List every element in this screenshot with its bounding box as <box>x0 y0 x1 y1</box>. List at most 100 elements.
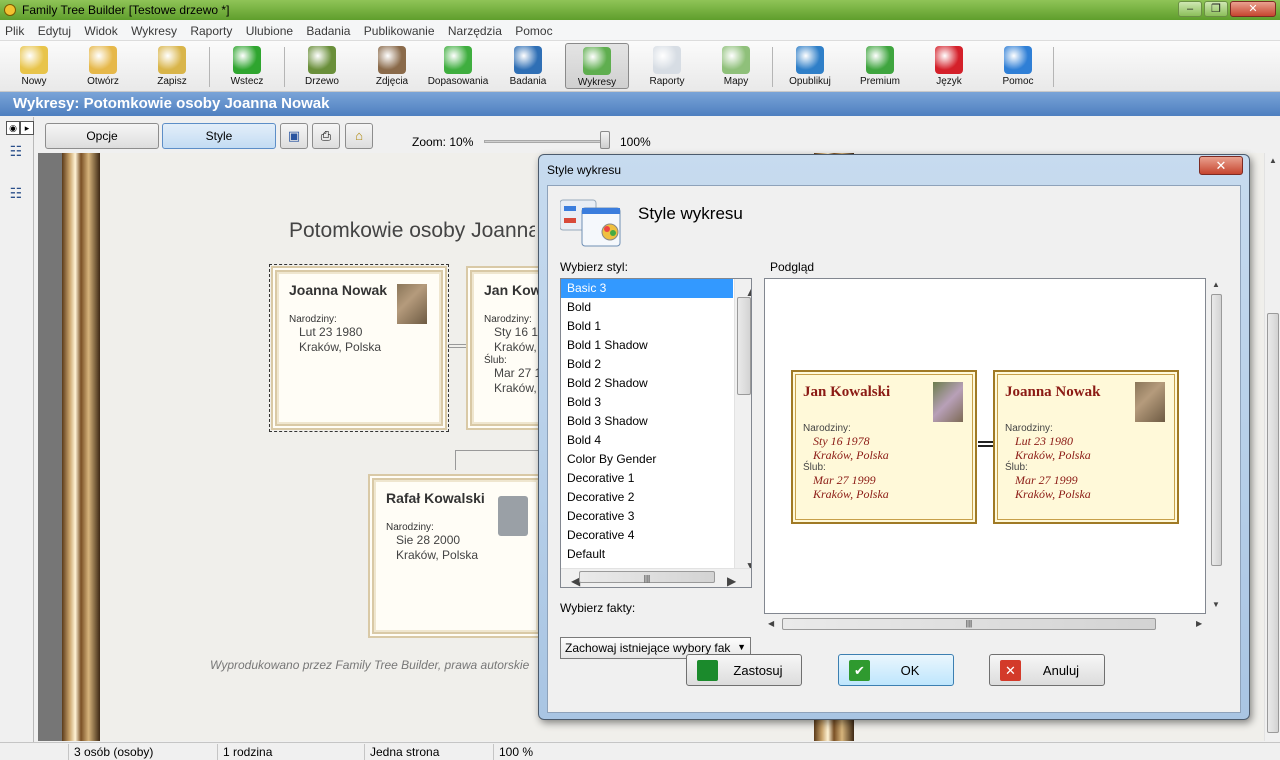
toolbar-button-j-zyk[interactable]: Język <box>917 43 981 89</box>
toolbar-button-zdj-cia[interactable]: Zdjęcia <box>360 43 424 89</box>
dialog-close-button[interactable]: ✕ <box>1199 156 1243 175</box>
menu-edytuj[interactable]: Edytuj <box>33 20 76 38</box>
style-dialog: Style wykresu ✕ Style wykresu Wybierz st… <box>538 154 1250 720</box>
panel-expand-icon[interactable]: ▸ <box>20 121 34 135</box>
birth-date: Lut 23 1980 <box>299 325 363 339</box>
preview-photo <box>933 382 963 422</box>
menu-bar: Plik Edytuj Widok Wykresy Raporty Ulubio… <box>0 20 1280 41</box>
toolbar-button-label: Wstecz <box>230 76 264 87</box>
family-list-icon[interactable]: ☷ <box>6 186 26 201</box>
toolbar-button-label: Zdjęcia <box>375 76 409 87</box>
preview-marriage-label: Ślub: <box>1005 462 1028 473</box>
back-arrow-icon <box>233 46 261 74</box>
style-list-item[interactable]: Default <box>561 545 733 564</box>
preview-marriage-place: Kraków, Polska <box>813 487 889 501</box>
cancel-button[interactable]: ✕ Anuluj <box>989 654 1105 686</box>
style-button[interactable]: Style <box>162 123 276 149</box>
preview-birth-date: Lut 23 1980 <box>1015 434 1074 448</box>
home-icon[interactable]: ⌂ <box>345 123 373 149</box>
apply-button[interactable]: Zastosuj <box>686 654 802 686</box>
panel-pin-icon[interactable]: ◉ <box>6 121 20 135</box>
toolbar-button-wykresy[interactable]: Wykresy <box>565 43 629 89</box>
view-header: Wykresy: Potomkowie osoby Joanna Nowak <box>0 92 1280 116</box>
style-list-item[interactable]: Decorative 2 <box>561 488 733 507</box>
preview-marriage-place: Kraków, Polska <box>1015 487 1091 501</box>
toolbar-button-drzewo[interactable]: Drzewo <box>290 43 354 89</box>
premium-tree-icon <box>866 46 894 74</box>
close-button[interactable]: ✕ <box>1230 1 1276 17</box>
style-list-item[interactable]: Bold <box>561 298 733 317</box>
toolbar-button-raporty[interactable]: Raporty <box>635 43 699 89</box>
toolbar-button-mapy[interactable]: Mapy <box>704 43 768 89</box>
toolbar-button-label: Zapisz <box>157 76 187 87</box>
toolbar-button-wstecz[interactable]: Wstecz <box>215 43 279 89</box>
menu-widok[interactable]: Widok <box>79 20 122 38</box>
chart-title: Potomkowie osoby Joanna Nowak <box>289 219 535 242</box>
style-list-hthumb[interactable]: ||| <box>579 571 715 583</box>
style-list-item[interactable]: Bold 1 Shadow <box>561 336 733 355</box>
style-list[interactable]: Basic 3 Bold Bold 1 Bold 1 Shadow Bold 2 Bold… <box>560 278 752 588</box>
menu-badania[interactable]: Badania <box>301 20 355 38</box>
charts-icon <box>583 47 611 75</box>
menu-wykresy[interactable]: Wykresy <box>126 20 182 38</box>
birth-place: Kraków, Polska <box>299 340 382 354</box>
menu-plik[interactable]: Plik <box>0 20 29 38</box>
style-list-item[interactable]: Bold 3 <box>561 393 733 412</box>
canvas-scroll-thumb[interactable] <box>1267 313 1279 733</box>
toolbar-button-zapisz[interactable]: Zapisz <box>140 43 204 89</box>
toolbar-button-dopasowania[interactable]: Dopasowania <box>426 43 490 89</box>
preview-vscroll[interactable]: ▲ ▼ <box>1208 278 1225 614</box>
toolbar-button-pomoc[interactable]: Pomoc <box>986 43 1050 89</box>
style-list-item[interactable]: Decorative 3 <box>561 507 733 526</box>
person-card-joanna[interactable]: Joanna Nowak Narodziny: Lut 23 1980 Krak… <box>269 264 449 432</box>
person-silhouette-icon <box>498 496 528 536</box>
toolbar-button-premium[interactable]: Premium <box>848 43 912 89</box>
minimize-button[interactable]: – <box>1178 1 1202 17</box>
menu-narzedzia[interactable]: Narzędzia <box>443 20 507 38</box>
toolbar-button-opublikuj[interactable]: Opublikuj <box>778 43 842 89</box>
save-chart-icon[interactable]: ▣ <box>280 123 308 149</box>
zoom-slider-thumb[interactable] <box>600 131 610 149</box>
toolbar-button-nowy[interactable]: Nowy <box>2 43 66 89</box>
menu-pomoc[interactable]: Pomoc <box>510 20 557 38</box>
toolbar-button-otw-rz[interactable]: Otwórz <box>71 43 135 89</box>
preview-hscroll-thumb[interactable]: ||| <box>782 618 1156 630</box>
menu-ulubione[interactable]: Ulubione <box>241 20 298 38</box>
print-icon[interactable]: ⎙ <box>312 123 340 149</box>
style-list-item[interactable]: Basic 3 <box>561 279 733 298</box>
style-list-vscroll[interactable]: ▲ ▼ <box>734 279 751 573</box>
preview-vscroll-thumb[interactable] <box>1211 294 1222 566</box>
style-list-hscroll[interactable]: ◀ ||| ▶ <box>561 568 751 587</box>
style-list-thumb[interactable] <box>737 297 751 395</box>
canvas-vertical-scrollbar[interactable]: ▲ <box>1264 153 1280 741</box>
toolbar-button-label: Nowy <box>21 76 47 87</box>
menu-raporty[interactable]: Raporty <box>185 20 237 38</box>
ok-label: OK <box>900 663 920 678</box>
style-list-item[interactable]: Bold 1 <box>561 317 733 336</box>
preview-birth-place: Kraków, Polska <box>813 448 889 462</box>
research-icon <box>514 46 542 74</box>
zoom-slider[interactable] <box>484 140 608 143</box>
preview-marriage-label: Ślub: <box>803 462 826 473</box>
person-card-rafal[interactable]: Rafał Kowalski Narodziny: Sie 28 2000 Kr… <box>368 474 538 638</box>
maximize-button[interactable]: ❐ <box>1204 1 1228 17</box>
style-list-item[interactable]: Bold 4 <box>561 431 733 450</box>
apply-icon <box>697 660 718 681</box>
tree-diagram-icon <box>308 46 336 74</box>
menu-publikowanie[interactable]: Publikowanie <box>359 20 440 38</box>
ok-button[interactable]: ✔ OK <box>838 654 954 686</box>
preview-birth-date: Sty 16 1978 <box>813 434 870 448</box>
descendant-connector <box>455 450 456 470</box>
people-list-icon[interactable]: ☷ <box>6 144 26 159</box>
style-list-item[interactable]: Decorative 4 <box>561 526 733 545</box>
zoom-label: Zoom: 10% <box>412 135 474 149</box>
toolbar-button-badania[interactable]: Badania <box>496 43 560 89</box>
style-list-item[interactable]: Decorative 1 <box>561 469 733 488</box>
toolbar-button-label: Raporty <box>649 76 685 87</box>
style-list-item[interactable]: Color By Gender <box>561 450 733 469</box>
style-list-item[interactable]: Bold 2 <box>561 355 733 374</box>
style-list-item[interactable]: Bold 3 Shadow <box>561 412 733 431</box>
style-list-item[interactable]: Bold 2 Shadow <box>561 374 733 393</box>
options-button[interactable]: Opcje <box>45 123 159 149</box>
preview-hscroll[interactable]: ◀ ||| ▶ <box>764 616 1208 633</box>
